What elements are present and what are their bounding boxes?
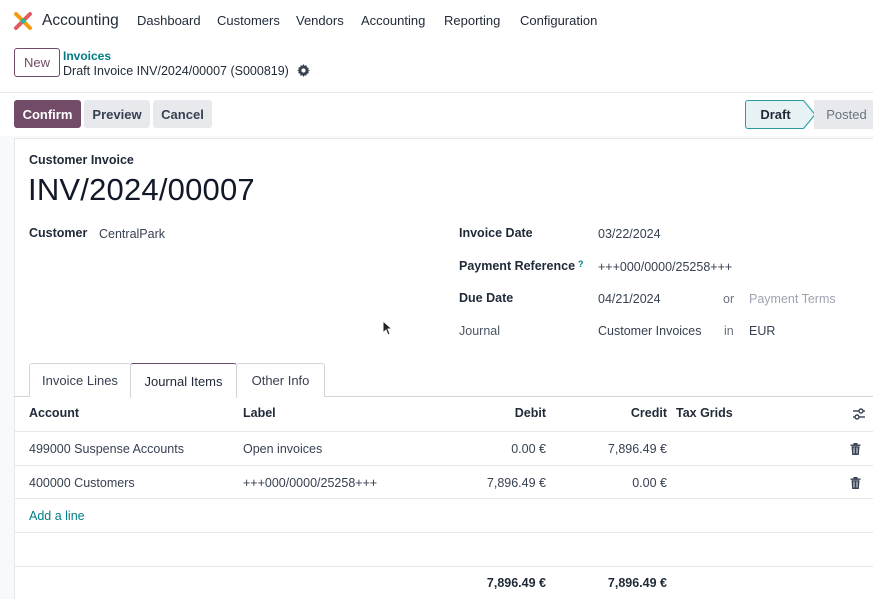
breadcrumb-current: Draft Invoice INV/2024/00007 (S000819) [63,64,289,78]
optional-columns-icon[interactable] [852,407,866,421]
row-debit: 0.00 € [511,442,546,456]
due-date-field[interactable]: 04/21/2024 [598,292,661,306]
column-account[interactable]: Account [29,406,79,420]
row-credit: 0.00 € [632,476,667,490]
row-account: 400000 Customers [29,476,135,490]
trash-icon[interactable] [850,477,861,489]
invoice-date-label: Invoice Date [459,226,533,240]
row-account: 499000 Suspense Accounts [29,442,184,456]
currency-field[interactable]: EUR [749,324,775,338]
column-tax-grids[interactable]: Tax Grids [676,406,733,420]
top-navbar: Accounting Dashboard Customers Vendors A… [0,0,873,42]
total-debit: 7,896.49 € [486,576,546,590]
customer-label: Customer [29,226,88,240]
totals-divider [14,566,873,567]
column-debit[interactable]: Debit [470,406,546,420]
tab-other-info[interactable]: Other Info [236,363,325,397]
customer-field[interactable]: CentralPark [99,227,165,241]
invoice-date-field[interactable]: 03/22/2024 [598,227,661,241]
menu-accounting[interactable]: Accounting [361,13,425,28]
menu-dashboard[interactable]: Dashboard [137,13,201,28]
app-name[interactable]: Accounting [42,12,119,30]
total-credit: 7,896.49 € [607,576,667,590]
help-tooltip-icon[interactable]: ? [578,259,584,269]
payment-reference-label: Payment Reference? [459,259,584,273]
menu-customers[interactable]: Customers [217,13,280,28]
header-divider [14,431,873,432]
gear-icon[interactable] [297,64,310,77]
payment-reference-field[interactable]: +++000/0000/25258+++ [598,260,732,274]
trash-icon[interactable] [850,443,861,455]
breadcrumb-invoices-link[interactable]: Invoices [63,49,111,63]
row-label: Open invoices [243,442,323,456]
due-date-label: Due Date [459,291,514,305]
row-credit: 7,896.49 € [607,442,667,456]
row-divider [14,532,873,533]
document-type: Customer Invoice [29,153,134,167]
status-posted[interactable]: Posted [814,100,873,129]
tab-invoice-lines[interactable]: Invoice Lines [29,363,131,397]
row-label: +++000/0000/25258+++ [243,476,378,490]
tab-journal-items[interactable]: Journal Items [130,363,237,398]
journal-label: Journal [459,324,500,338]
payment-reference-label-text: Payment Reference [459,259,576,273]
menu-configuration[interactable]: Configuration [520,13,597,28]
row-divider [14,465,873,466]
add-line-link[interactable]: Add a line [29,509,85,523]
or-label: or [723,292,735,306]
status-draft[interactable]: Draft [745,100,805,129]
payment-terms-field[interactable]: Payment Terms [749,292,836,306]
row-divider [14,498,873,499]
column-credit[interactable]: Credit [590,406,667,420]
new-button[interactable]: New [14,48,60,77]
preview-button[interactable]: Preview [84,100,150,128]
journal-field[interactable]: Customer Invoices [598,324,702,338]
column-label[interactable]: Label [243,406,276,420]
control-panel-divider [0,92,873,93]
in-label: in [724,324,734,338]
mouse-cursor-icon [382,320,394,336]
invoice-number: INV/2024/00007 [28,172,255,207]
menu-reporting[interactable]: Reporting [444,13,500,28]
app-logo-icon[interactable] [13,11,33,31]
confirm-button[interactable]: Confirm [14,100,81,128]
row-debit: 7,896.49 € [486,476,546,490]
cancel-button[interactable]: Cancel [153,100,212,128]
menu-vendors[interactable]: Vendors [296,13,344,28]
